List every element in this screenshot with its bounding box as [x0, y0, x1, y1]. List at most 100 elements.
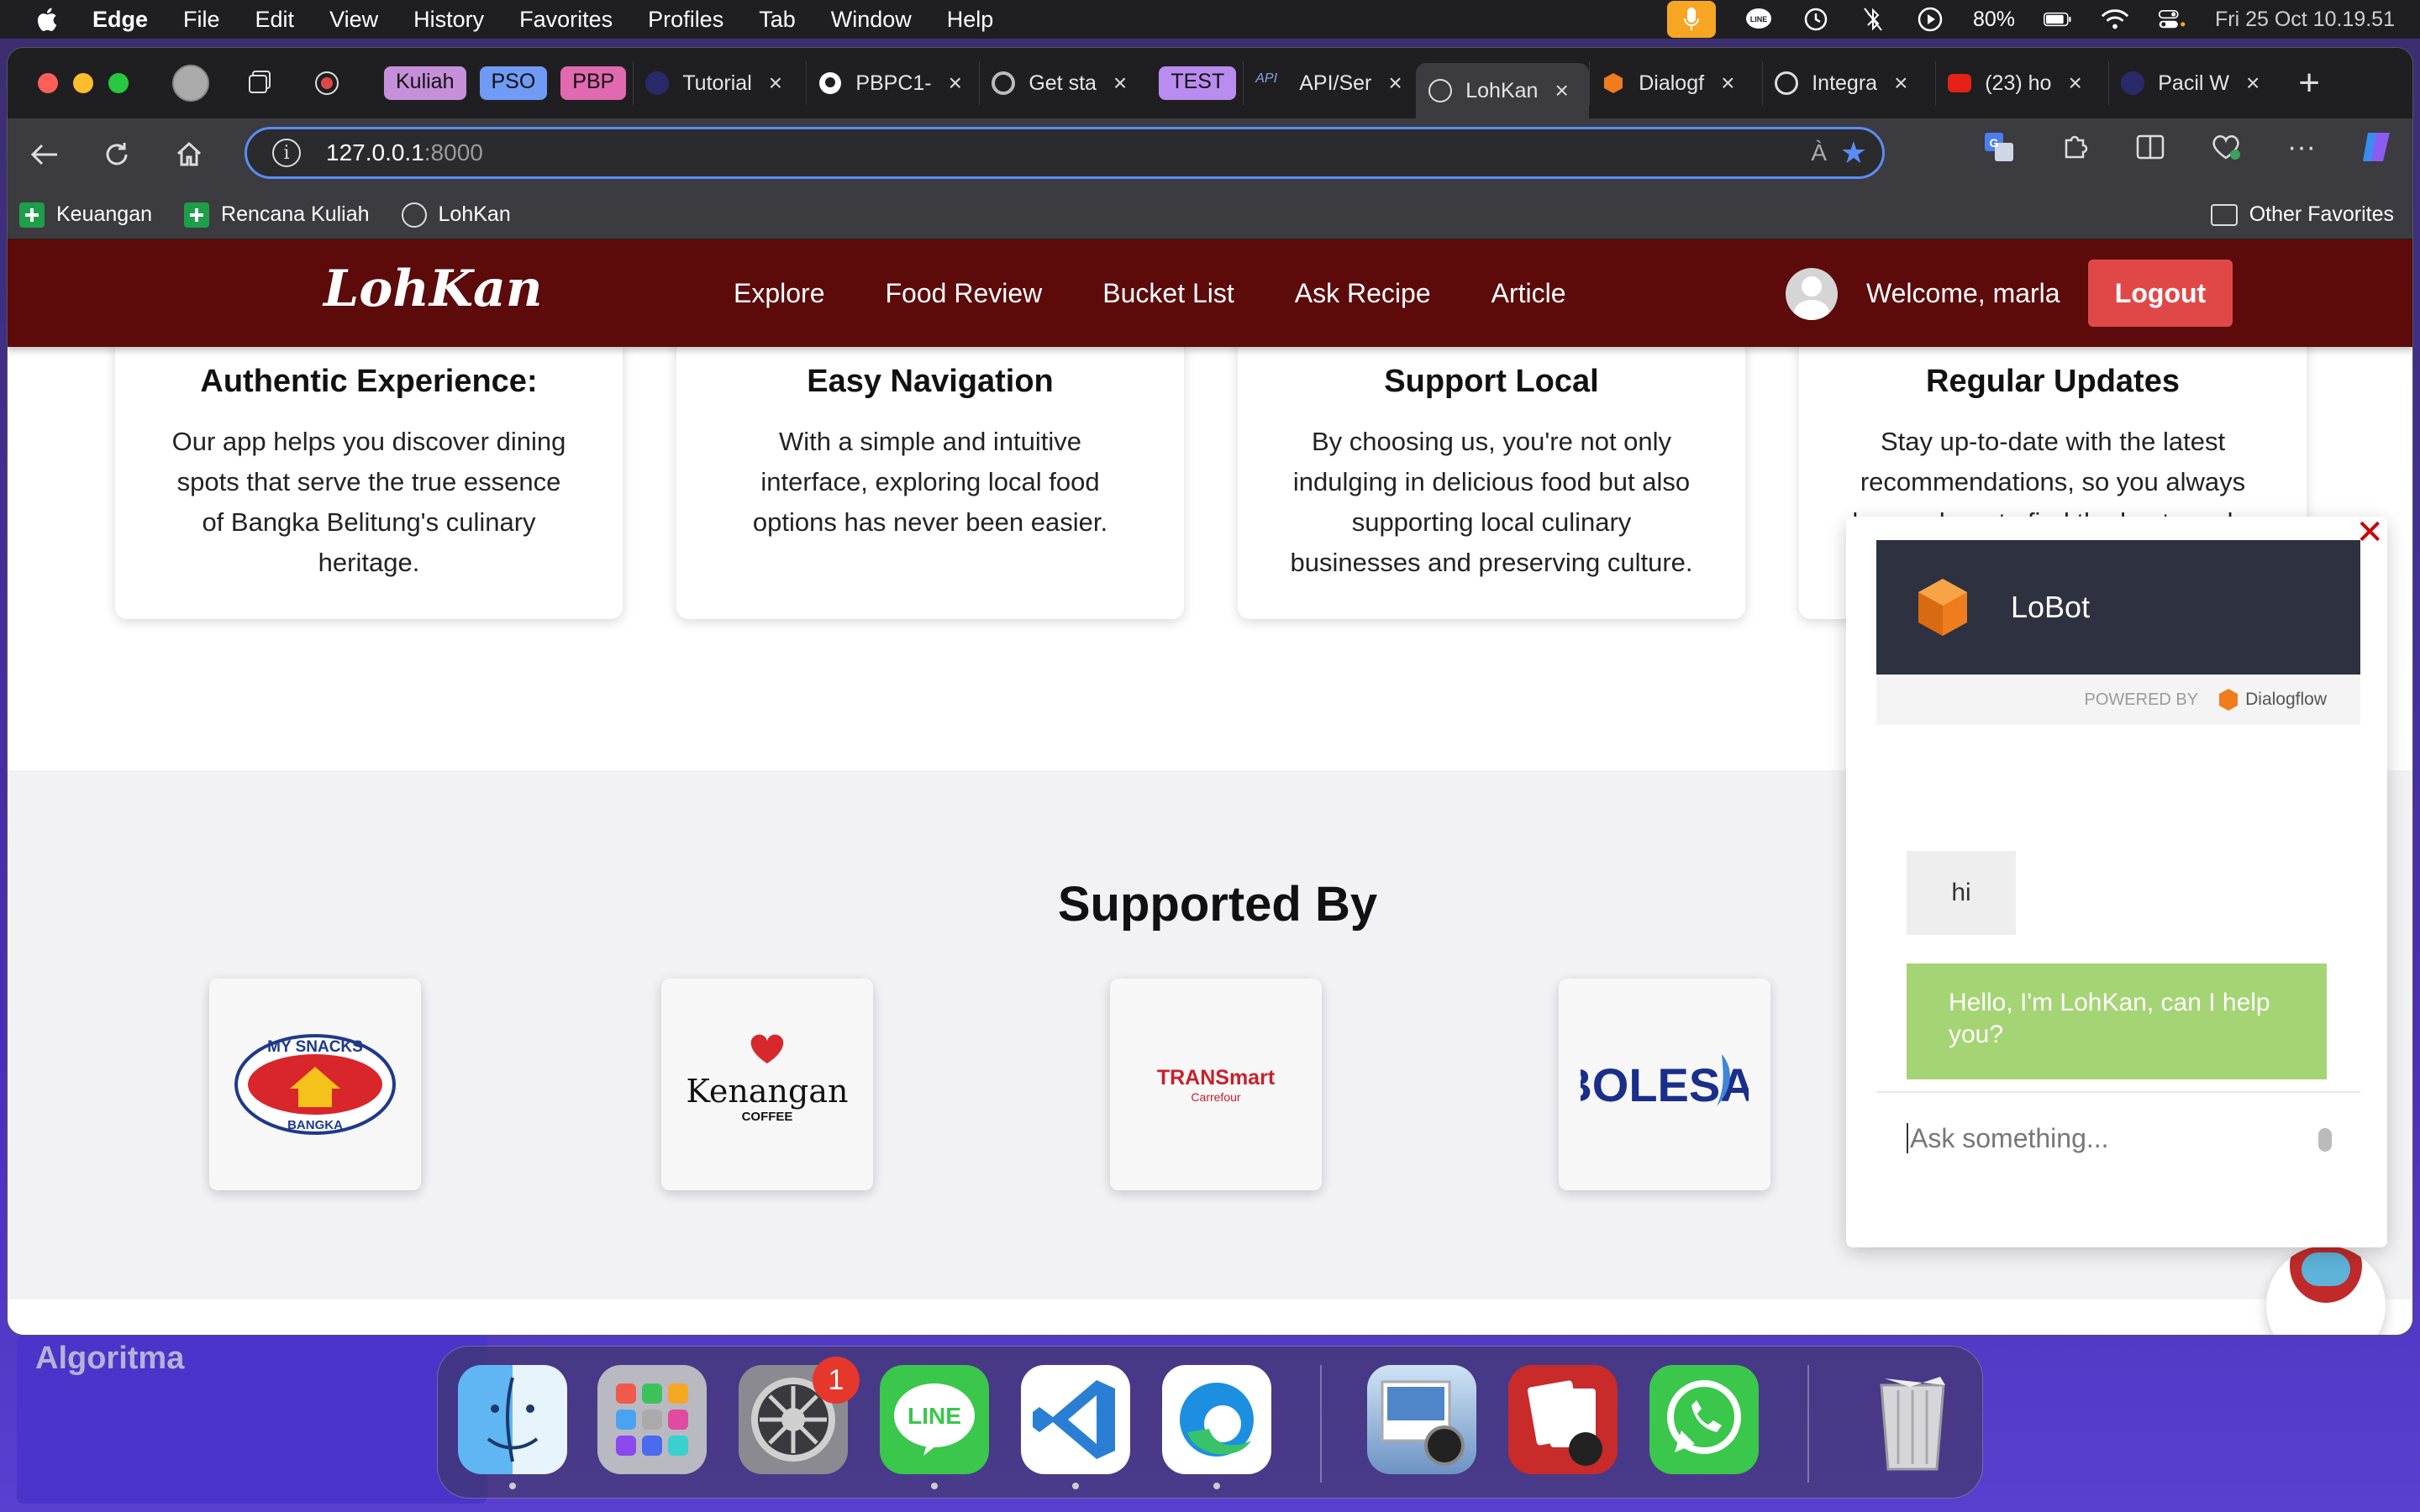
tab-lohkan-active[interactable]: LohKan × [1416, 63, 1590, 118]
menu-view[interactable]: View [329, 7, 378, 33]
close-tab-icon[interactable]: × [769, 70, 782, 97]
record-icon[interactable] [310, 66, 344, 100]
menu-profiles[interactable]: Profiles [648, 7, 723, 33]
close-tab-icon[interactable]: × [1113, 70, 1127, 97]
chat-input[interactable]: Ask something... [1876, 1091, 2360, 1184]
chat-message-bot: Hello, I'm LohKan, can I help you? [1907, 963, 2327, 1079]
new-tab-button[interactable]: + [2298, 62, 2320, 104]
menu-window[interactable]: Window [831, 7, 912, 33]
tab-api-ser[interactable]: API API/Ser × [1243, 61, 1416, 105]
edge-icon [1180, 1383, 1254, 1457]
bookmark-keuangan[interactable]: Keuangan [19, 202, 152, 228]
nav-ask-recipe[interactable]: Ask Recipe [1295, 278, 1431, 309]
menu-help[interactable]: Help [947, 7, 994, 33]
feature-title: Authentic Experience: [200, 364, 538, 399]
kenangan-logo: Kenangan COFFEE [687, 1034, 848, 1124]
macos-dock: 1 LINE [437, 1346, 1983, 1499]
microphone-status-icon[interactable] [1666, 1, 1716, 38]
dock-system-settings[interactable]: 1 [739, 1357, 860, 1474]
copilot-icon[interactable] [2359, 129, 2396, 165]
more-options-icon[interactable]: ··· [2283, 129, 2320, 165]
tab-integrations[interactable]: Integra × [1762, 61, 1935, 105]
tab-get-started[interactable]: Get sta × [979, 61, 1152, 105]
menu-app-name[interactable]: Edge [92, 7, 148, 33]
read-aloud-icon[interactable]: À [1811, 139, 1827, 166]
tab-group-pso[interactable]: PSO [479, 66, 548, 100]
close-tab-icon[interactable]: × [2246, 70, 2260, 97]
favorite-star-icon[interactable]: ★ [1840, 135, 1867, 171]
refresh-button[interactable] [92, 129, 142, 180]
back-button[interactable] [19, 129, 70, 180]
microphone-icon[interactable] [2318, 1128, 2332, 1152]
minimize-window-button[interactable] [73, 73, 93, 93]
site-logo[interactable]: LohKan [324, 260, 542, 318]
dock-line[interactable]: LINE [880, 1365, 989, 1474]
dock-finder[interactable] [458, 1365, 567, 1474]
dock-trash[interactable] [1858, 1365, 1967, 1474]
url-text[interactable]: 127.0.0.1:8000 [326, 139, 483, 166]
dock-vscode[interactable] [1021, 1365, 1130, 1474]
close-tab-icon[interactable]: × [1388, 70, 1402, 97]
svg-text:LINE: LINE [1750, 15, 1768, 24]
nav-food-review[interactable]: Food Review [886, 278, 1043, 309]
clock[interactable]: Fri 25 Oct 10.19.51 [2215, 8, 2395, 32]
nav-bucket-list[interactable]: Bucket List [1102, 278, 1234, 309]
menu-edit[interactable]: Edit [255, 7, 295, 33]
dock-preview[interactable] [1367, 1365, 1476, 1474]
menu-history[interactable]: History [413, 7, 484, 33]
dock-whatsapp[interactable] [1649, 1365, 1759, 1474]
line-status-icon[interactable]: LINE [1744, 5, 1773, 34]
bookmark-lohkan[interactable]: LohKan [401, 202, 511, 228]
other-favorites-label: Other Favorites [2249, 202, 2394, 226]
tab-pacil[interactable]: Pacil W × [2108, 61, 2281, 105]
dock-launchpad[interactable] [597, 1365, 707, 1474]
bookmark-rencana-kuliah[interactable]: Rencana Kuliah [184, 202, 370, 228]
apple-icon[interactable] [34, 6, 59, 33]
play-icon[interactable] [1916, 5, 1944, 34]
profile-avatar[interactable] [172, 65, 209, 102]
workspaces-icon[interactable] [243, 66, 276, 100]
wifi-icon[interactable] [2101, 5, 2129, 34]
svg-text:BANGKA: BANGKA [287, 1118, 343, 1132]
menu-file[interactable]: File [183, 7, 220, 33]
bluetooth-off-icon[interactable] [1859, 5, 1887, 34]
zoom-window-button[interactable] [108, 73, 129, 93]
nav-article[interactable]: Article [1491, 278, 1566, 309]
tab-group-kuliah[interactable]: Kuliah [384, 66, 466, 100]
site-info-icon[interactable]: i [272, 139, 301, 167]
control-center-icon[interactable] [2158, 5, 2186, 34]
split-screen-icon[interactable] [2132, 129, 2169, 165]
tab-tutorial[interactable]: Tutorial × [633, 61, 806, 105]
battery-icon[interactable] [2043, 5, 2072, 34]
extensions-puzzle-icon[interactable] [2056, 129, 2093, 165]
close-tab-icon[interactable]: × [1894, 70, 1907, 97]
translate-icon[interactable]: G [1981, 129, 2018, 165]
dock-photo-booth[interactable] [1508, 1365, 1618, 1474]
nav-explore[interactable]: Explore [734, 278, 825, 309]
menu-tab[interactable]: Tab [759, 7, 796, 33]
tab-dialogflow[interactable]: Dialogf × [1589, 61, 1762, 105]
bookmark-label: LohKan [438, 202, 511, 226]
macos-menu-bar: Edge File Edit View History Favorites Pr… [0, 0, 2420, 39]
notification-badge: 1 [813, 1357, 860, 1404]
close-window-button[interactable] [38, 73, 58, 93]
tab-pbpc1[interactable]: PBPC1- × [806, 61, 979, 105]
close-tab-icon[interactable]: × [949, 70, 962, 97]
time-machine-icon[interactable] [1802, 5, 1830, 34]
close-tab-icon[interactable]: × [2068, 70, 2081, 97]
dock-edge[interactable] [1162, 1365, 1271, 1474]
tab-group-test[interactable]: TEST [1159, 66, 1237, 100]
menu-favorites[interactable]: Favorites [519, 7, 613, 33]
tab-group-pbp[interactable]: PBP [560, 66, 627, 100]
logout-button[interactable]: Logout [2088, 260, 2233, 327]
close-tab-icon[interactable]: × [1721, 70, 1734, 97]
user-avatar[interactable] [1786, 268, 1838, 320]
other-favorites[interactable]: Other Favorites [2210, 202, 2394, 227]
address-bar[interactable]: i 127.0.0.1:8000 À ★ [245, 127, 1885, 179]
desktop-window-label: Algoritma [35, 1341, 185, 1376]
browser-essentials-icon[interactable] [2207, 129, 2244, 165]
close-tab-icon[interactable]: × [1555, 77, 1568, 104]
tab-youtube[interactable]: (23) ho × [1935, 61, 2108, 105]
youtube-icon [1948, 74, 1972, 92]
home-button[interactable] [164, 129, 214, 180]
